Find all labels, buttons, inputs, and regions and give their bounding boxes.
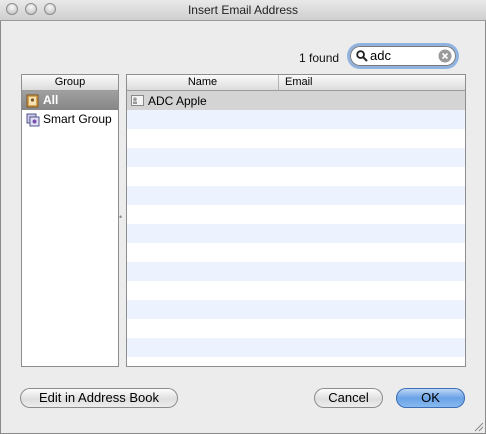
insert-email-dialog: Insert Email Address 1 found Group All [0,0,486,434]
empty-row [127,167,465,186]
empty-row [127,262,465,281]
clear-search-icon[interactable] [438,49,452,63]
empty-row [127,319,465,338]
group-list: Group All Smart Group [21,74,119,367]
group-item-label: All [43,93,59,107]
table-body: ADC Apple [127,91,465,366]
title-bar: Insert Email Address [0,0,486,21]
group-item-label: Smart Group [43,112,112,126]
ok-button[interactable]: OK [396,388,465,408]
smart-group-icon [26,113,40,127]
empty-row [127,224,465,243]
cancel-button[interactable]: Cancel [314,388,383,408]
empty-row [127,110,465,129]
resize-grip-icon[interactable] [472,420,484,432]
empty-row [127,243,465,262]
search-icon [356,50,368,62]
group-column-header[interactable]: Group [22,75,118,91]
table-row[interactable]: ADC Apple [127,91,465,110]
empty-row [127,338,465,357]
column-header-name[interactable]: Name [127,75,279,90]
contact-card-icon [131,95,144,106]
address-book-icon [26,94,39,108]
search-field[interactable] [350,46,456,66]
empty-row [127,357,465,366]
contacts-table: Name Email ADC Apple [126,74,466,367]
table-header: Name Email [127,75,465,91]
results-count: 1 found [299,51,340,65]
split-view-handle[interactable]: • [119,212,122,222]
edit-in-address-book-button[interactable]: Edit in Address Book [20,388,178,408]
group-item-smart-group[interactable]: Smart Group [22,110,118,129]
empty-row [127,205,465,224]
group-item-all[interactable]: All [22,91,118,110]
empty-row [127,300,465,319]
empty-row [127,129,465,148]
empty-row [127,148,465,167]
search-input[interactable] [370,48,436,63]
window-title: Insert Email Address [187,3,299,17]
contact-name: ADC Apple [148,93,207,108]
empty-row [127,281,465,300]
empty-row [127,186,465,205]
column-header-email[interactable]: Email [279,75,465,90]
